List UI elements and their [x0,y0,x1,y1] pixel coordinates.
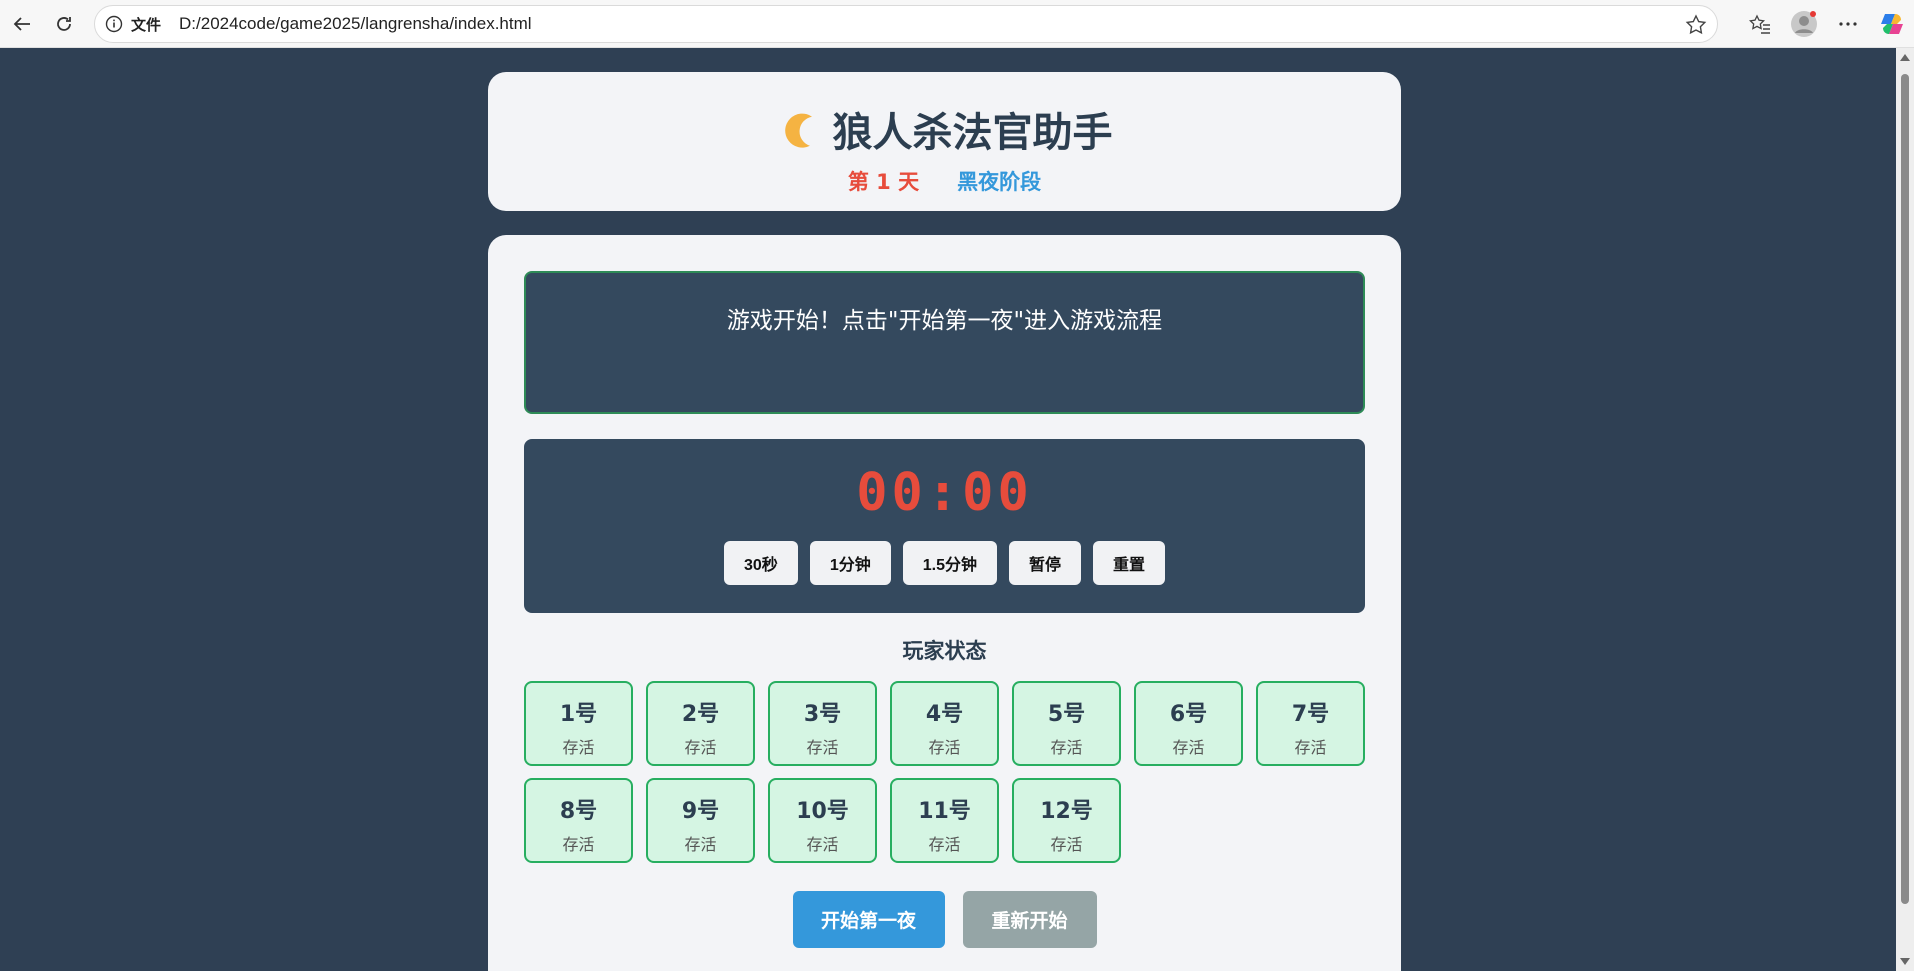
player-card-11[interactable]: 11号存活 [890,778,999,863]
profile-avatar-icon[interactable] [1782,2,1826,46]
player-number: 2号 [681,702,720,727]
page-title: 狼人杀法官助手 [832,110,1113,156]
player-number: 10号 [796,799,849,824]
timer-1-5min-button[interactable]: 1.5分钟 [902,541,997,585]
player-card-8[interactable]: 8号存活 [524,778,633,863]
player-card-3[interactable]: 3号存活 [768,681,877,766]
player-card-7[interactable]: 7号存活 [1256,681,1365,766]
scroll-up-icon[interactable] [1900,54,1910,61]
restart-button[interactable]: 重新开始 [962,891,1097,948]
player-number: 3号 [803,702,842,727]
message-panel: 游戏开始！点击"开始第一夜"进入游戏流程 [524,271,1365,414]
player-number: 4号 [925,702,964,727]
player-card-1[interactable]: 1号存活 [524,681,633,766]
player-number: 11号 [918,799,971,824]
header-card: 狼人杀法官助手 第 1 天 黑夜阶段 [488,72,1401,211]
player-number: 8号 [559,799,598,824]
timer-30s-button[interactable]: 30秒 [724,541,798,585]
player-status: 存活 [928,738,961,757]
player-number: 5号 [1047,702,1086,727]
favorites-list-icon[interactable] [1738,2,1782,46]
players-section-title: 玩家状态 [902,639,987,663]
player-status: 存活 [684,738,717,757]
player-status: 存活 [1050,835,1083,854]
timer-display: 00:00 [856,463,1033,523]
player-status: 存活 [1172,738,1205,757]
copilot-icon[interactable] [1870,2,1914,46]
player-status: 存活 [1294,738,1327,757]
vertical-scrollbar[interactable] [1896,48,1914,971]
player-grid: 1号 存活 2号 存活 3号 存活 4号 存活 5号 存活 6号 存活 7号 存活 8号 存活 … [524,681,1365,863]
player-number: 1号 [559,702,598,727]
timer-1min-button[interactable]: 1分钟 [809,541,891,585]
day-counter: 第 1 天 [847,170,920,194]
phase-label: 黑夜阶段 [957,170,1042,194]
player-number: 6号 [1169,702,1208,727]
more-options-icon[interactable] [1826,2,1870,46]
player-number: 7号 [1291,702,1330,727]
back-icon[interactable] [2,4,42,44]
player-card-12[interactable]: 12号存活 [1012,778,1121,863]
start-first-night-button[interactable]: 开始第一夜 [792,891,945,948]
player-status: 存活 [562,738,595,757]
player-card-2[interactable]: 2号存活 [646,681,755,766]
player-status: 存活 [806,738,839,757]
address-bar[interactable]: 文件 D:/2024code/game2025/langrensha/index… [94,5,1718,43]
player-status: 存活 [684,835,717,854]
favorite-star-icon[interactable] [1685,14,1707,36]
page-background: 狼人杀法官助手 第 1 天 黑夜阶段 游戏开始！点击"开始第一夜"进入游戏流程 … [0,48,1896,971]
url-text[interactable]: D:/2024code/game2025/langrensha/index.ht… [179,14,532,34]
browser-toolbar: 文件 D:/2024code/game2025/langrensha/index… [0,0,1914,48]
timer-pause-button[interactable]: 暂停 [1008,541,1081,585]
file-label: 文件 [131,15,162,34]
scroll-down-icon[interactable] [1900,958,1910,965]
player-status: 存活 [928,835,961,854]
main-card: 游戏开始！点击"开始第一夜"进入游戏流程 00:00 30秒 1分钟 1.5分钟… [488,235,1401,971]
crescent-moon-icon [784,113,812,148]
info-icon[interactable] [105,15,123,33]
timer-reset-button[interactable]: 重置 [1092,541,1165,585]
player-number: 12号 [1040,799,1093,824]
player-status: 存活 [1050,738,1083,757]
player-card-10[interactable]: 10号存活 [768,778,877,863]
player-card-9[interactable]: 9号存活 [646,778,755,863]
refresh-icon[interactable] [44,4,84,44]
player-number: 9号 [681,799,720,824]
scrollbar-thumb[interactable] [1901,74,1909,904]
player-status: 存活 [806,835,839,854]
player-status: 存活 [562,835,595,854]
timer-panel: 00:00 30秒 1分钟 1.5分钟 暂停 重置 [524,439,1365,613]
player-card-5[interactable]: 5号存活 [1012,681,1121,766]
player-card-6[interactable]: 6号存活 [1134,681,1243,766]
message-text: 游戏开始！点击"开始第一夜"进入游戏流程 [726,308,1163,334]
player-card-4[interactable]: 4号存活 [890,681,999,766]
